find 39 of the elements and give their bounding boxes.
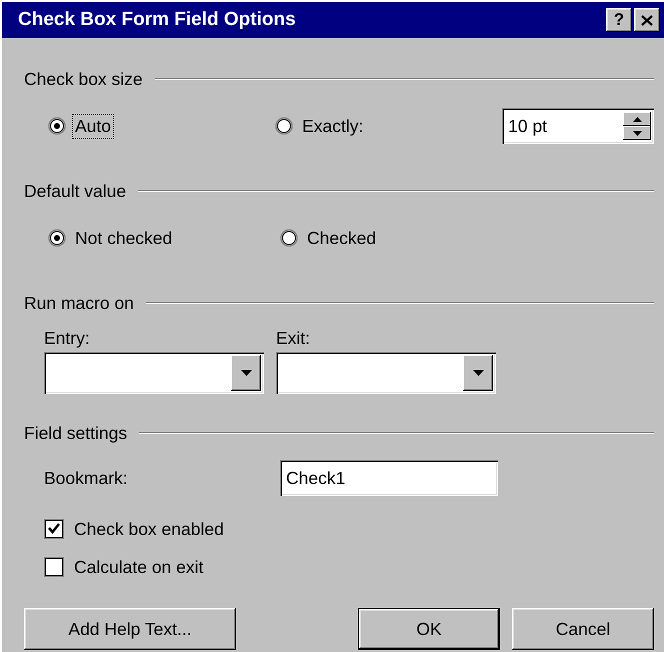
dropdown-label: Exit: <box>276 328 312 348</box>
radio-label[interactable]: Auto <box>72 114 114 138</box>
dropdown-label: Entry: <box>44 328 91 348</box>
radio-button[interactable] <box>275 117 294 135</box>
checkbox-label[interactable]: Check box enabled <box>74 518 224 540</box>
radio-label[interactable]: Exactly: <box>299 114 366 138</box>
close-button[interactable] <box>634 8 660 32</box>
group-heading: Default value <box>24 180 126 202</box>
dialog-button[interactable]: OK <box>358 608 500 650</box>
caret-icon <box>472 370 484 376</box>
group-heading: Field settings <box>24 422 128 444</box>
checkbox[interactable] <box>44 519 64 539</box>
bookmark-field[interactable]: Check1 <box>280 460 498 496</box>
checkbox[interactable] <box>44 557 64 577</box>
checkbox-label[interactable]: Calculate on exit <box>74 556 204 578</box>
radio-button[interactable] <box>48 117 66 135</box>
dropdown-button[interactable] <box>463 355 493 391</box>
close-icon <box>641 14 653 26</box>
macro-dropdown[interactable] <box>276 352 496 394</box>
bookmark-label: Bookmark: <box>44 468 129 488</box>
window-title: Check Box Form Field Options <box>18 9 297 31</box>
group-heading: Run macro on <box>24 292 134 314</box>
radio-label[interactable]: Not checked <box>72 226 176 250</box>
size-spin-field[interactable]: 10 pt <box>502 108 654 144</box>
dialog-button[interactable]: Add Help Text... <box>24 608 236 650</box>
radio-label[interactable]: Checked <box>304 226 380 250</box>
up-arrow-icon <box>632 116 642 122</box>
group-heading: Check box size <box>24 68 143 90</box>
size-value: 10 pt <box>508 116 548 136</box>
spin-down-button[interactable] <box>623 126 652 140</box>
spin-up-button[interactable] <box>623 112 652 126</box>
radio-button[interactable] <box>48 229 66 247</box>
dropdown-button[interactable] <box>231 355 261 391</box>
radio-button[interactable] <box>280 229 298 247</box>
help-button[interactable]: ? <box>606 8 632 32</box>
macro-dropdown[interactable] <box>44 352 264 394</box>
down-arrow-icon <box>632 130 642 136</box>
caret-icon <box>240 370 252 376</box>
dialog-button[interactable]: Cancel <box>512 608 654 650</box>
